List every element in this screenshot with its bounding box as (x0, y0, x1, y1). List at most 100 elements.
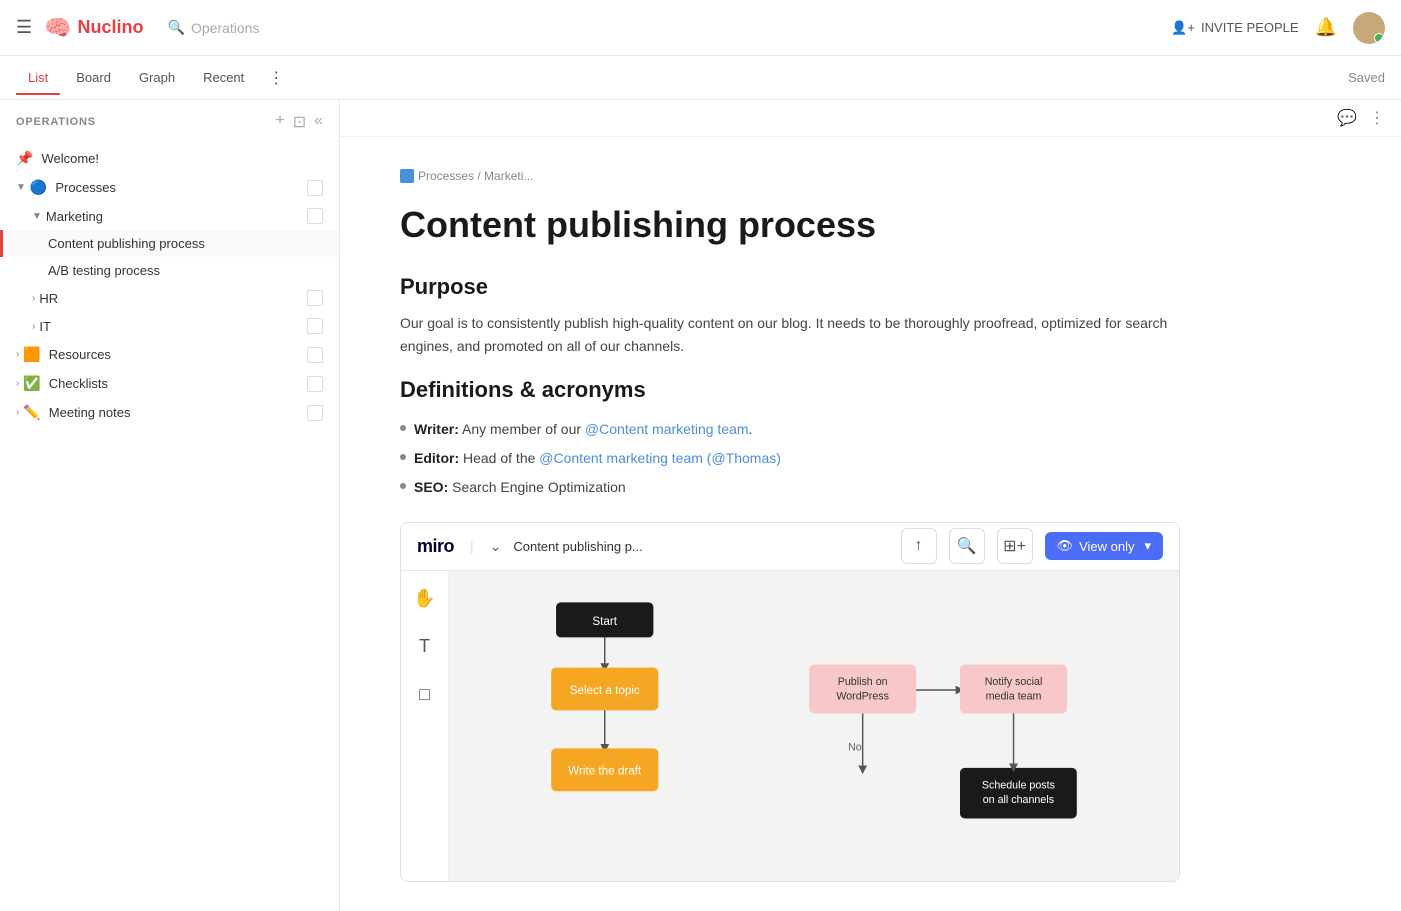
tabbar: List Board Graph Recent ⋮ Saved (0, 56, 1401, 100)
purpose-text: Our goal is to consistently publish high… (400, 312, 1180, 357)
sidebar-checkbox[interactable] (307, 180, 323, 196)
expand-arrow-icon: › (16, 407, 19, 418)
miro-search-icon[interactable]: 🔍 (949, 528, 985, 564)
svg-text:Notify social: Notify social (985, 676, 1043, 688)
tab-recent[interactable]: Recent (191, 62, 256, 95)
miro-separator: | (470, 538, 474, 554)
sidebar-item-label: HR (39, 291, 307, 306)
bullet-dot (400, 454, 406, 460)
sidebar-item-label: Content publishing process (48, 236, 323, 251)
more-options-icon[interactable]: ⋮ (1369, 108, 1385, 128)
breadcrumb-text[interactable]: Processes / Marketi... (418, 169, 533, 183)
invite-label: INVITE PEOPLE (1201, 20, 1299, 35)
processes-icon: 🔵 (30, 179, 47, 196)
sidebar-item-marketing[interactable]: ▼ Marketing (0, 202, 339, 230)
avatar[interactable] (1353, 12, 1385, 44)
sidebar-checkbox[interactable] (307, 376, 323, 392)
sidebar-item-label: Checklists (49, 376, 307, 391)
topbar: ☰ 🧠 Nuclino 🔍 Operations 👤+ INVITE PEOPL… (0, 0, 1401, 56)
expand-arrow-icon: › (32, 321, 35, 332)
miro-view-only-button[interactable]: 👁 View only ▾ (1045, 532, 1163, 560)
expand-arrow-icon: › (16, 378, 19, 389)
expand-arrow-icon: › (32, 293, 35, 304)
definitions-list: Writer: Any member of our @Content marke… (400, 415, 1180, 502)
tab-board[interactable]: Board (64, 62, 123, 95)
svg-text:WordPress: WordPress (836, 691, 889, 703)
view-only-label: View only (1079, 539, 1134, 554)
comment-icon[interactable]: 💬 (1337, 108, 1357, 128)
writer-label: Writer: (414, 421, 459, 437)
content-team-link-2[interactable]: @Content marketing team (539, 450, 703, 466)
sidebar-checkbox[interactable] (307, 208, 323, 224)
purpose-heading: Purpose (400, 274, 1180, 300)
sidebar-item-resources[interactable]: › 🟧 Resources (0, 340, 339, 369)
hand-tool[interactable]: ✋ (409, 583, 441, 615)
sidebar-item-welcome[interactable]: 📌 Welcome! (0, 144, 339, 173)
menu-icon[interactable]: ☰ (16, 17, 32, 38)
sidebar-title: OPERATIONS (16, 116, 275, 128)
miro-toolbar: miro | ⌄ Content publishing p... ↑ 🔍 ⊞+ … (401, 523, 1179, 571)
sticky-tool[interactable]: □ (409, 679, 441, 711)
sidebar-item-hr[interactable]: › HR (0, 284, 339, 312)
invite-icon: 👤+ (1171, 20, 1195, 36)
sidebar-item-meeting-notes[interactable]: › ✏️ Meeting notes (0, 398, 339, 427)
sidebar-item-checklists[interactable]: › ✅ Checklists (0, 369, 339, 398)
logo-brain-icon: 🧠 (44, 15, 71, 41)
svg-text:Select a topic: Select a topic (570, 684, 640, 697)
sidebar-item-label: IT (39, 319, 307, 334)
miro-doc-name[interactable]: Content publishing p... (513, 539, 888, 554)
miro-chevron-icon[interactable]: ⌄ (490, 538, 502, 555)
eye-icon: 👁 (1057, 538, 1074, 554)
logo-text: Nuclino (78, 17, 144, 38)
miro-embed: miro | ⌄ Content publishing p... ↑ 🔍 ⊞+ … (400, 522, 1180, 882)
content-team-link-1[interactable]: @Content marketing team (585, 421, 749, 437)
search-bar[interactable]: 🔍 Operations (168, 19, 260, 36)
sidebar-checkbox[interactable] (307, 290, 323, 306)
list-item-seo: SEO: Search Engine Optimization (400, 473, 1180, 502)
sidebar-expand-icon[interactable]: ⊡ (293, 112, 306, 132)
svg-text:Schedule posts: Schedule posts (982, 779, 1055, 791)
seo-label: SEO: (414, 479, 448, 495)
bullet-dot (400, 483, 406, 489)
doc-toolbar: 💬 ⋮ (340, 100, 1401, 137)
content-area: 💬 ⋮ Processes / Marketi... Content publi… (340, 100, 1401, 911)
miro-toolbar-actions: ↑ 🔍 ⊞+ 👁 View only ▾ (901, 528, 1163, 564)
sidebar-content: 📌 Welcome! ▼ 🔵 Processes ▼ Marketing Con… (0, 144, 339, 911)
text-tool[interactable]: T (409, 631, 441, 663)
sidebar-item-ab-testing[interactable]: A/B testing process (0, 257, 339, 284)
tab-more-icon[interactable]: ⋮ (260, 60, 292, 96)
tab-list[interactable]: List (16, 62, 60, 95)
definitions-heading: Definitions & acronyms (400, 377, 1180, 403)
miro-grid-icon[interactable]: ⊞+ (997, 528, 1033, 564)
tab-graph[interactable]: Graph (127, 62, 187, 95)
editor-label: Editor: (414, 450, 459, 466)
main-layout: OPERATIONS + ⊡ « 📌 Welcome! ▼ 🔵 Processe… (0, 100, 1401, 911)
sidebar-checkbox[interactable] (307, 347, 323, 363)
sidebar-item-it[interactable]: › IT (0, 312, 339, 340)
sidebar-item-label: Marketing (46, 209, 307, 224)
bullet-dot (400, 425, 406, 431)
expand-arrow-icon: ▼ (16, 182, 26, 193)
breadcrumb: Processes / Marketi... (400, 169, 1180, 183)
sidebar-item-content-publishing[interactable]: Content publishing process (0, 230, 339, 257)
logo[interactable]: 🧠 Nuclino (44, 15, 143, 41)
invite-people-button[interactable]: 👤+ INVITE PEOPLE (1171, 20, 1298, 36)
sidebar-add-icon[interactable]: + (275, 112, 284, 132)
svg-text:media team: media team (986, 691, 1042, 703)
sidebar-item-processes[interactable]: ▼ 🔵 Processes (0, 173, 339, 202)
svg-text:Publish on: Publish on (838, 676, 888, 688)
sidebar-item-label: Processes (55, 180, 307, 195)
sidebar-checkbox[interactable] (307, 405, 323, 421)
thomas-link[interactable]: (@Thomas) (707, 450, 781, 466)
pin-icon: 📌 (16, 150, 33, 167)
notifications-icon[interactable]: 🔔 (1315, 17, 1337, 38)
sidebar-item-label: Meeting notes (49, 405, 307, 420)
sidebar-item-label: Resources (49, 347, 307, 362)
sidebar-checkbox[interactable] (307, 318, 323, 334)
miro-tools: ✋ T □ (401, 571, 449, 881)
sidebar-header: OPERATIONS + ⊡ « (0, 100, 339, 144)
miro-upload-icon[interactable]: ↑ (901, 528, 937, 564)
list-item-editor: Editor: Head of the @Content marketing t… (400, 444, 1180, 473)
sidebar-item-label: A/B testing process (48, 263, 323, 278)
sidebar-collapse-icon[interactable]: « (314, 112, 323, 132)
